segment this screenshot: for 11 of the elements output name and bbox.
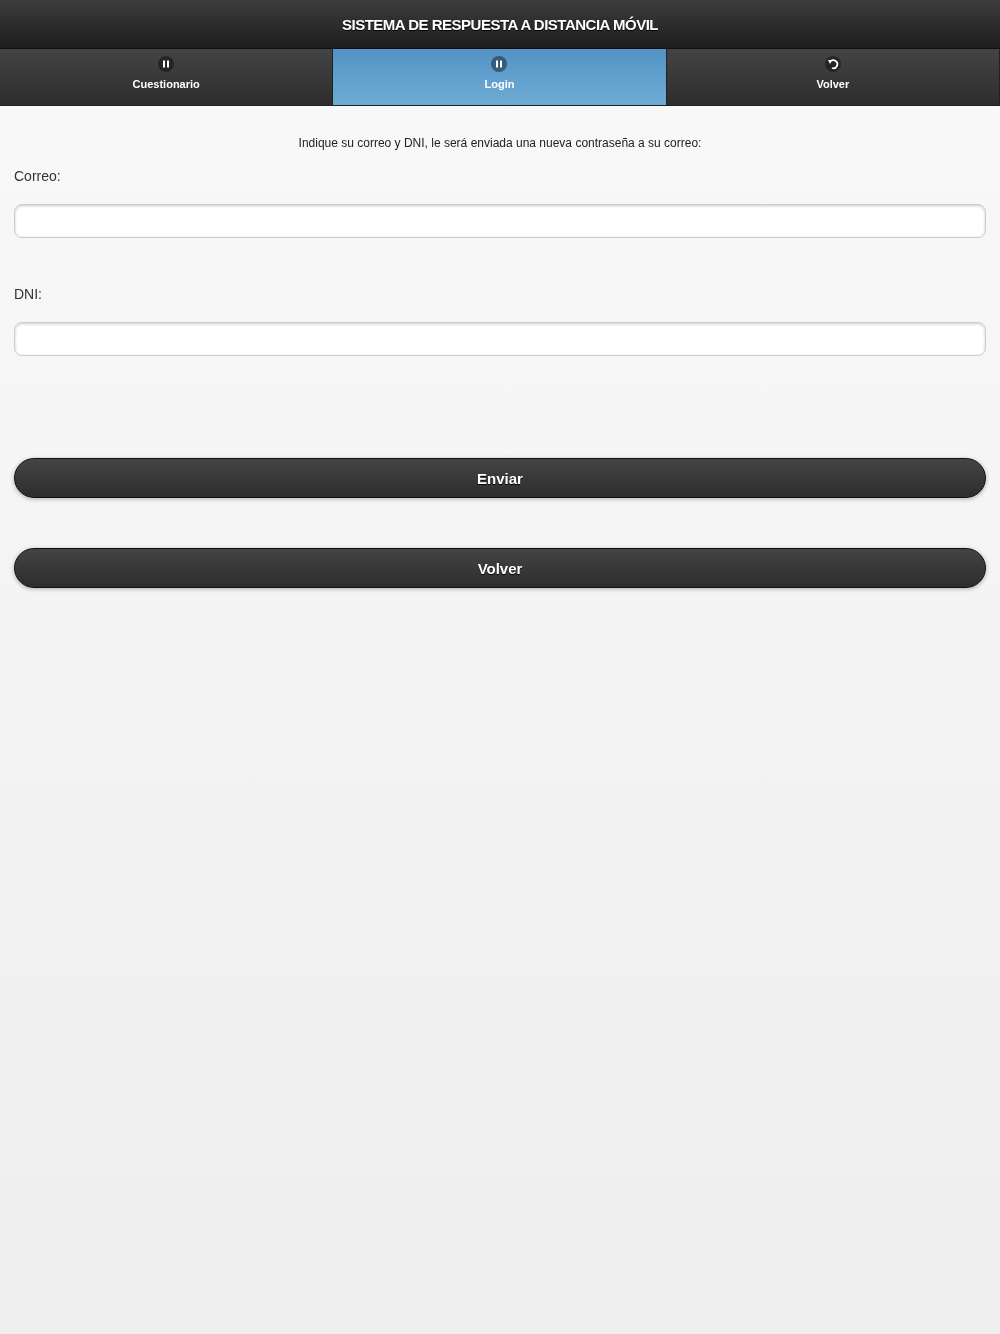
field-label: Correo: xyxy=(14,168,62,184)
nav-tab[interactable]: Cuestionario xyxy=(0,49,334,105)
nav-tab[interactable]: Volver xyxy=(666,49,1000,105)
instructions-text: Indique su correo y DNI, le será enviada una nueva contraseña a su correo: xyxy=(297,136,703,150)
input-field[interactable] xyxy=(14,204,986,238)
input-field[interactable] xyxy=(14,322,986,356)
undo-icon xyxy=(823,55,842,73)
form-button[interactable]: Enviar xyxy=(14,458,986,498)
app-title: SISTEMA DE RESPUESTA A DISTANCIA MÓVIL xyxy=(342,15,658,33)
form-button[interactable]: Volver xyxy=(14,548,986,588)
field-label: DNI: xyxy=(14,286,43,302)
